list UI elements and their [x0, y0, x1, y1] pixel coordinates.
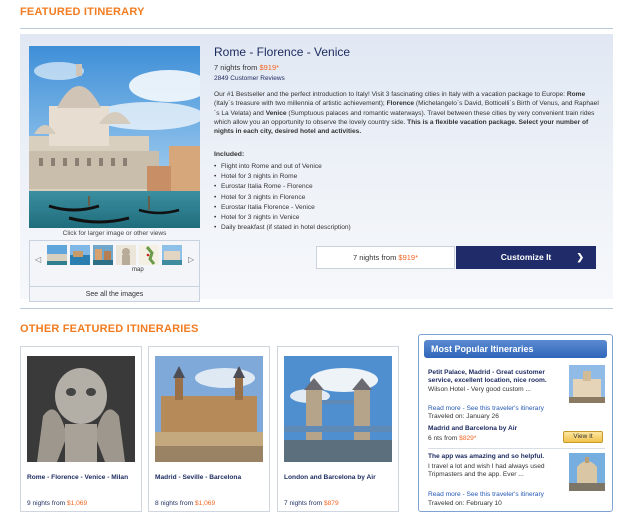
most-popular-title: Most Popular Itineraries — [424, 340, 607, 358]
other-section-title: OTHER FEATURED ITINERARIES — [20, 323, 199, 335]
trip-nights-price: 7 nights from $919* — [214, 63, 279, 72]
itinerary-card-price: 7 nights from $879 — [284, 500, 339, 507]
desc-venice: Venice — [265, 109, 287, 117]
itinerary-card[interactable]: Rome - Florence - Venice - Milan 9 night… — [20, 346, 142, 512]
map-label: map — [132, 267, 144, 273]
featured-divider — [20, 28, 613, 29]
trip-price-value: $919* — [259, 63, 280, 72]
price-box-value: $919* — [398, 253, 419, 262]
review-image-madrid[interactable] — [569, 365, 605, 403]
review-snippet: Tripmasters and the app. Ever ... — [428, 471, 524, 478]
itinerary-card-price: 9 nights from $1,069 — [27, 500, 87, 507]
thumbnail-statue[interactable] — [116, 245, 136, 265]
included-item: Flight into Rome and out of Venice — [214, 162, 351, 172]
featured-itinerary-panel: Click for larger image or other views ◁ … — [20, 34, 613, 302]
most-popular-panel: Most Popular Itineraries Petit Palace, M… — [418, 334, 613, 512]
popular-divider — [428, 448, 605, 449]
thumbnail-bridge[interactable] — [162, 245, 182, 265]
itinerary-card-price: 8 nights from $1,069 — [155, 500, 215, 507]
arrow-right-icon[interactable]: ▷ — [188, 255, 194, 264]
popular-trip-price: 6 nts from $829* — [428, 435, 476, 443]
itinerary-card-title[interactable]: Madrid - Seville - Barcelona — [155, 473, 265, 482]
card-price-value: $879 — [323, 500, 339, 507]
popular-trip-nights: 6 nts from — [428, 435, 460, 442]
included-item: Eurostar Italia Rome - Florence — [214, 182, 351, 192]
hero-image-venice[interactable] — [29, 46, 200, 228]
included-item: Daily breakfast (if stated in hotel desc… — [214, 223, 351, 233]
thumbnail-map[interactable] — [139, 245, 159, 265]
thumbnail-coast[interactable] — [70, 245, 90, 265]
included-item: Hotel for 3 nights in Florence — [214, 193, 351, 203]
included-title: Included: — [214, 151, 245, 158]
thumbnail-venice[interactable] — [47, 245, 67, 265]
review-image-city[interactable] — [569, 453, 605, 491]
customize-it-button[interactable]: Customize It ❯ — [456, 246, 596, 269]
card-nights: 7 nights from — [284, 500, 324, 507]
featured-section-title: FEATURED ITINERARY — [20, 6, 145, 18]
popular-trip-title[interactable]: Madrid and Barcelona by Air — [428, 425, 570, 433]
itinerary-card-title[interactable]: Rome - Florence - Venice - Milan — [27, 473, 137, 482]
customize-it-label: Customize It — [500, 252, 552, 262]
review-title[interactable]: The app was amazing and so helpful. — [428, 453, 570, 461]
card-price-value: $1,069 — [66, 500, 88, 507]
traveled-on-date: Traveled on: January 26 — [428, 413, 499, 420]
hero-image-caption[interactable]: Click for larger image or other views — [29, 230, 200, 237]
itinerary-image-tower-bridge[interactable] — [284, 356, 392, 462]
chevron-right-icon: ❯ — [576, 252, 584, 262]
itinerary-card[interactable]: London and Barcelona by Air 7 nights fro… — [277, 346, 399, 512]
review-snippet: Wilson Hotel - Very good custom ... — [428, 386, 531, 393]
trip-description: Our #1 Bestseller and the perfect introd… — [214, 90, 600, 136]
review-title[interactable]: Petit Palace, Madrid - Great customer se… — [428, 369, 570, 386]
desc-intro: Our #1 Bestseller and the perfect introd… — [214, 91, 567, 98]
arrow-left-icon[interactable]: ◁ — [35, 255, 41, 264]
customer-reviews-link[interactable]: 2849 Customer Reviews — [214, 75, 285, 82]
traveled-on-date: Traveled on: February 10 — [428, 500, 502, 507]
read-more-link[interactable]: Read more - See this traveler's itinerar… — [428, 405, 544, 412]
section-divider — [20, 308, 613, 309]
trip-nights-label: 7 nights from — [214, 63, 260, 72]
trip-title[interactable]: Rome - Florence - Venice — [214, 45, 350, 59]
read-more-link[interactable]: Read more - See this traveler's itinerar… — [428, 491, 544, 498]
card-price-value: $1,069 — [194, 500, 216, 507]
price-box-label: 7 nights from — [352, 253, 399, 262]
view-it-button[interactable]: View It — [563, 431, 603, 443]
see-all-images-link[interactable]: See all the images — [30, 286, 199, 302]
thumbnail-strip: ◁ ▷ map See all the images — [29, 240, 200, 302]
itinerary-image-palace[interactable] — [155, 356, 263, 462]
itinerary-card[interactable]: Madrid - Seville - Barcelona 8 nights fr… — [148, 346, 270, 512]
thumbnail-canal[interactable] — [93, 245, 113, 265]
card-nights: 8 nights from — [155, 500, 195, 507]
desc-rome-text: (Italy´s treasure with two millennia of … — [214, 100, 387, 108]
itinerary-image-statue[interactable] — [27, 356, 135, 462]
card-nights: 9 nights from — [27, 500, 67, 507]
included-item: Hotel for 3 nights in Rome — [214, 172, 351, 182]
popular-trip-price-value: $829* — [459, 435, 477, 442]
itinerary-card-title[interactable]: London and Barcelona by Air — [284, 473, 394, 482]
desc-rome: Rome — [566, 91, 586, 98]
included-item: Eurostar Italia Florence - Venice — [214, 203, 351, 213]
desc-florence: Florence — [386, 100, 415, 108]
included-list: Flight into Rome and out of Venice Hotel… — [214, 162, 351, 234]
included-item: Hotel for 3 nights in Venice — [214, 213, 351, 223]
price-summary-box: 7 nights from $919* — [316, 246, 455, 269]
